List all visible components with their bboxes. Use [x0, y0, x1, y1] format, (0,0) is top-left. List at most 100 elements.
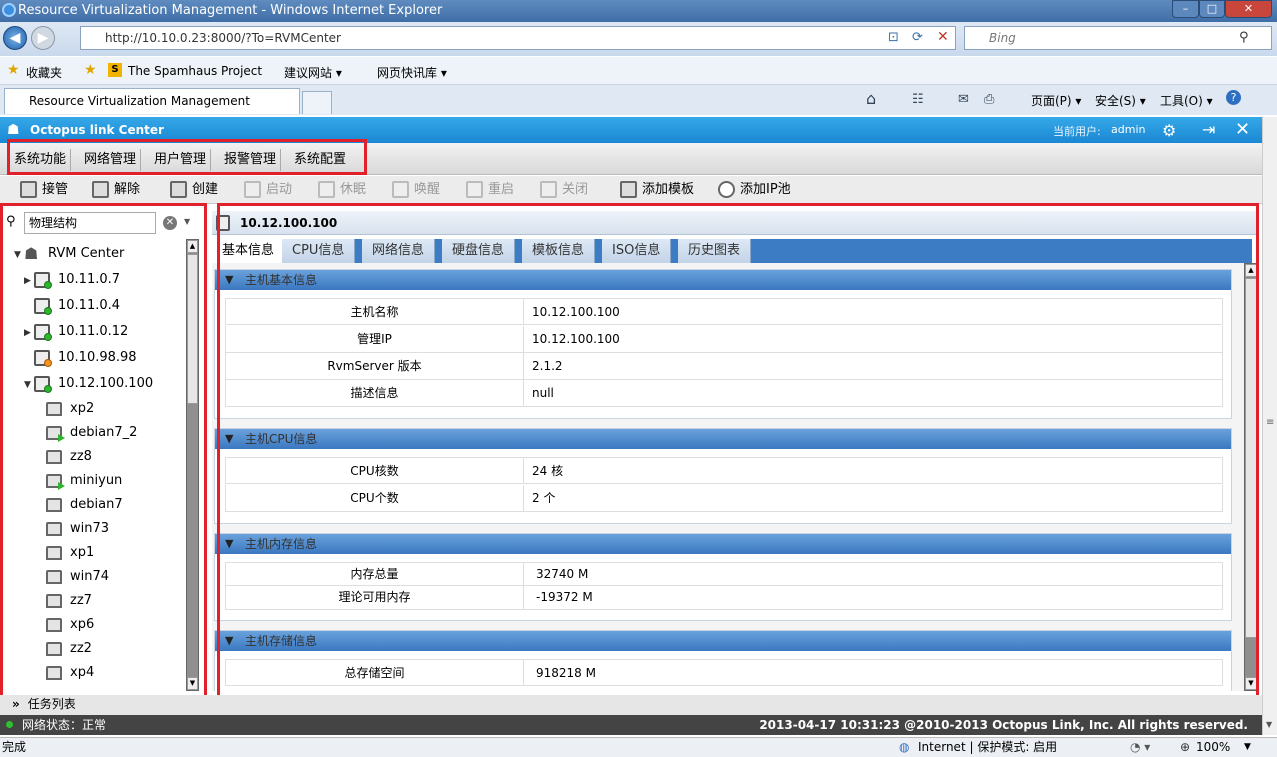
maximize-button[interactable]: □: [1199, 0, 1225, 18]
expand-arrow-icon[interactable]: ▼: [14, 250, 21, 260]
tab-template-info[interactable]: 模板信息: [522, 239, 596, 263]
search-icon[interactable]: ⚲: [1239, 30, 1249, 45]
tab-history-charts[interactable]: 历史图表: [678, 239, 752, 263]
tab-network-info[interactable]: 网络信息: [362, 239, 436, 263]
section-header[interactable]: ▼ 主机内存信息: [215, 534, 1231, 554]
scroll-up-button[interactable]: ▲: [187, 240, 198, 253]
create-button[interactable]: 创建: [170, 181, 218, 199]
tree-host[interactable]: 10.11.0.4: [34, 296, 120, 316]
scroll-down-button[interactable]: ▼: [187, 677, 198, 690]
add-ip-pool-button[interactable]: 添加IP池: [718, 181, 791, 199]
vm-icon: [46, 666, 62, 680]
tree-vm[interactable]: zz8: [46, 447, 92, 467]
protected-mode-icon[interactable]: ◔ ▾: [1130, 738, 1150, 757]
favorite-web-slices[interactable]: 网页快讯库 ▾: [377, 64, 447, 81]
tree-vm[interactable]: miniyun: [46, 471, 122, 491]
window-title-bar: Resource Virtualization Management - Win…: [0, 0, 1277, 22]
status-online-icon: [44, 307, 52, 315]
shutdown-button[interactable]: 关闭: [540, 181, 588, 199]
compat-view-icon[interactable]: ⊡: [888, 30, 899, 45]
tree-vm[interactable]: zz2: [46, 639, 92, 659]
close-app-icon[interactable]: ✕: [1235, 119, 1250, 140]
browser-tab[interactable]: Resource Virtualization Management: [4, 88, 300, 114]
host-icon: [216, 215, 230, 231]
detail-scrollbar[interactable]: ▲ ▼: [1244, 263, 1258, 691]
scroll-thumb[interactable]: [187, 254, 198, 404]
help-icon[interactable]: ?: [1226, 90, 1241, 105]
minimize-button[interactable]: –: [1172, 0, 1199, 18]
tab-basic-info[interactable]: 基本信息: [212, 239, 286, 263]
tree-host-selected[interactable]: 10.12.100.100: [34, 374, 153, 394]
section-header[interactable]: ▼ 主机基本信息: [215, 270, 1231, 290]
scroll-up-button[interactable]: ▲: [1245, 264, 1257, 277]
refresh-icon[interactable]: ⟳: [912, 30, 923, 45]
takeover-button[interactable]: 接管: [20, 181, 68, 199]
tree-view-select[interactable]: 物理结构: [24, 212, 156, 234]
security-zone[interactable]: Internet | 保护模式: 启用: [918, 738, 1057, 757]
vm-icon: [46, 402, 62, 416]
expand-arrow-icon[interactable]: ▶: [24, 276, 31, 286]
add-template-button[interactable]: 添加模板: [620, 181, 694, 199]
favorite-suggested-sites[interactable]: 建议网站 ▾: [284, 64, 342, 81]
tree-vm[interactable]: debian7: [46, 495, 123, 515]
expand-arrow-icon[interactable]: ▶: [24, 328, 31, 338]
forward-button[interactable]: ▶: [31, 26, 55, 50]
scroll-thumb[interactable]: [1245, 278, 1257, 638]
safety-menu[interactable]: 安全(S) ▾: [1095, 92, 1146, 109]
feeds-icon[interactable]: ☷: [912, 92, 924, 107]
menu-network-management[interactable]: 网络管理: [80, 149, 142, 171]
tree-vm[interactable]: win73: [46, 519, 109, 539]
tree-host[interactable]: 10.10.98.98: [34, 348, 137, 368]
task-list-bar[interactable]: » 任务列表: [0, 695, 1262, 715]
page-scrollbar[interactable]: ≡ ▼: [1262, 117, 1277, 735]
tree-host[interactable]: 10.11.0.12: [34, 322, 128, 342]
new-tab-button[interactable]: [302, 91, 332, 114]
menu-system-config[interactable]: 系统配置: [290, 149, 350, 171]
section-header[interactable]: ▼ 主机存储信息: [215, 631, 1231, 651]
logout-icon[interactable]: ⇥: [1202, 120, 1215, 139]
wake-button[interactable]: 唤醒: [392, 181, 440, 199]
stop-icon[interactable]: ✕: [937, 29, 949, 45]
close-window-button[interactable]: ✕: [1225, 0, 1272, 18]
print-icon[interactable]: ⎙: [984, 92, 994, 107]
tree-vm[interactable]: xp2: [46, 399, 94, 419]
chevron-down-icon[interactable]: ▼: [184, 217, 190, 226]
menu-system-functions[interactable]: 系统功能: [10, 149, 72, 171]
clear-icon[interactable]: ✕: [163, 216, 177, 230]
restart-button[interactable]: 重启: [466, 181, 514, 199]
chevron-down-icon[interactable]: ▼: [1244, 738, 1251, 757]
tree-vm[interactable]: xp6: [46, 615, 94, 635]
tools-menu[interactable]: 工具(O) ▾: [1160, 92, 1213, 109]
tree-host[interactable]: 10.11.0.7: [34, 270, 120, 290]
address-field[interactable]: http://10.10.0.23:8000/?To=RVMCenter: [80, 26, 956, 50]
tree-scrollbar[interactable]: ▲ ▼: [186, 239, 199, 691]
scroll-down-button[interactable]: ▼: [1245, 677, 1257, 690]
scroll-down-button[interactable]: ▼: [1266, 720, 1272, 729]
section-header[interactable]: ▼ 主机CPU信息: [215, 429, 1231, 449]
favorites-button[interactable]: 收藏夹: [26, 64, 62, 81]
tree-vm[interactable]: xp1: [46, 543, 94, 563]
tab-disk-info[interactable]: 硬盘信息: [442, 239, 516, 263]
back-button[interactable]: ◀: [3, 26, 27, 50]
search-field[interactable]: Bing: [964, 26, 1272, 50]
zoom-level[interactable]: 100%: [1196, 738, 1230, 757]
release-button[interactable]: 解除: [92, 181, 140, 199]
tree-vm[interactable]: zz7: [46, 591, 92, 611]
tab-cpu-info[interactable]: CPU信息: [282, 239, 356, 263]
sleep-button[interactable]: 休眠: [318, 181, 366, 199]
tree-vm[interactable]: xp4: [46, 663, 94, 683]
add-favorite-icon[interactable]: ★: [84, 62, 97, 78]
user-settings-icon[interactable]: ⚙: [1162, 121, 1176, 140]
home-icon[interactable]: ⌂: [866, 89, 876, 108]
tree-vm[interactable]: debian7_2: [46, 423, 137, 443]
tree-vm[interactable]: win74: [46, 567, 109, 587]
favorite-spamhaus[interactable]: The Spamhaus Project: [128, 64, 262, 78]
menu-alarm-management[interactable]: 报警管理: [220, 149, 282, 171]
mail-icon[interactable]: ✉: [958, 92, 969, 107]
expand-arrow-icon[interactable]: ▼: [24, 380, 31, 390]
tab-iso-info[interactable]: ISO信息: [602, 239, 672, 263]
page-menu[interactable]: 页面(P) ▾: [1031, 92, 1081, 109]
tree-root[interactable]: ☗ RVM Center: [24, 244, 124, 264]
menu-user-management[interactable]: 用户管理: [150, 149, 212, 171]
start-button[interactable]: 启动: [244, 181, 292, 199]
